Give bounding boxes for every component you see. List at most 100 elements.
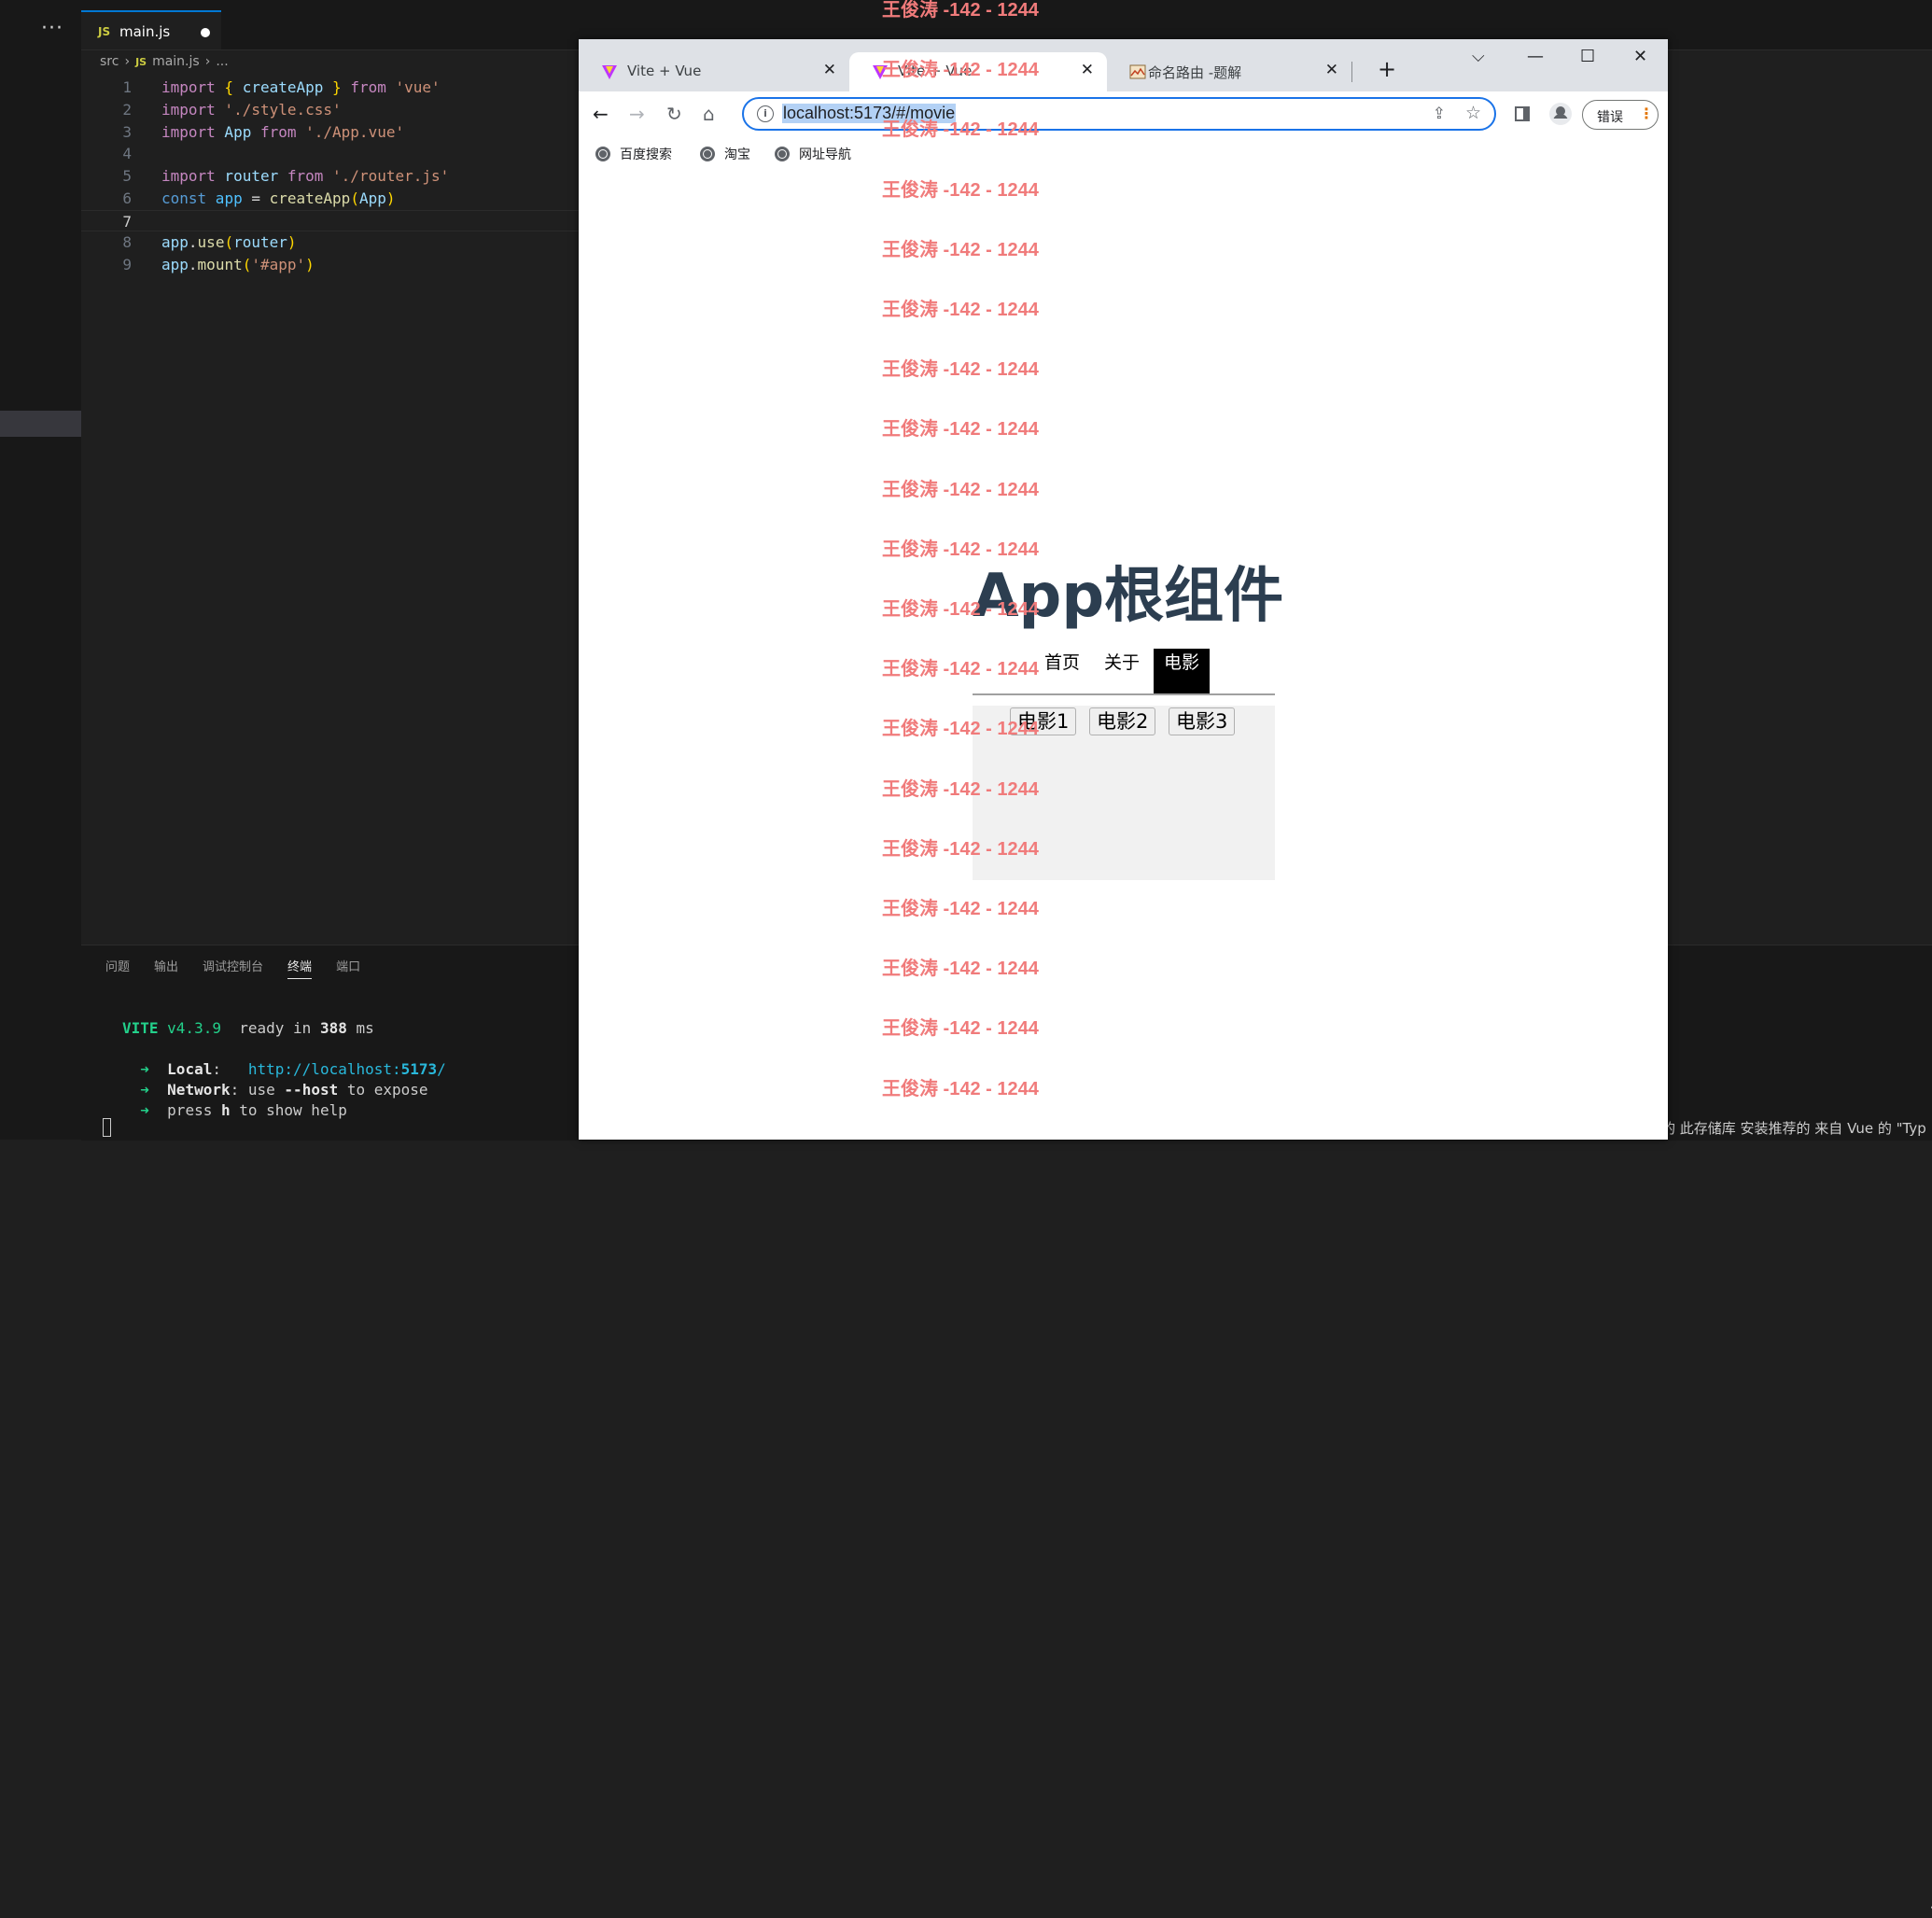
forward-icon[interactable]: → — [629, 103, 645, 125]
code-line[interactable]: 2 import './style.css' — [81, 99, 581, 121]
code-line[interactable]: 4 — [81, 143, 581, 165]
unsaved-dot-icon[interactable] — [201, 28, 210, 37]
code-token: from — [251, 122, 297, 141]
terminal-text: to expose — [338, 1081, 428, 1099]
code-token: App — [358, 189, 386, 207]
maximize-button[interactable]: ☐ — [1580, 47, 1595, 66]
web-page: App根组件 首页 关于 电影 电影1 电影2 电影3 — [579, 170, 1668, 1140]
reload-icon[interactable]: ↻ — [666, 103, 682, 125]
browser-window: Vite + Vue ✕ Vite + Vue ✕ 命名路由 -题解 ✕ + ⌵… — [579, 39, 1668, 1140]
side-panel-icon[interactable] — [1515, 106, 1530, 121]
code-token: ( — [350, 189, 359, 207]
minimize-button[interactable]: — — [1527, 47, 1544, 66]
notification-text[interactable]: 的 此存储库 安装推荐的 来自 Vue 的 "Typ — [1661, 1118, 1926, 1138]
code-token: = — [242, 189, 270, 207]
line-number: 4 — [122, 145, 132, 163]
close-window-button[interactable]: ✕ — [1633, 47, 1647, 66]
code-line[interactable]: 6 const app = createApp(App) — [81, 188, 581, 210]
line-number: 5 — [122, 167, 132, 185]
tab-output[interactable]: 输出 — [154, 957, 178, 978]
code-token: import — [161, 78, 216, 96]
error-button[interactable]: 错误 ⋮ — [1582, 100, 1659, 130]
terminal-link[interactable]: http://localhost: — [248, 1060, 401, 1078]
site-info-icon[interactable]: i — [757, 105, 774, 122]
error-button-label: 错误 — [1597, 110, 1623, 125]
code-line[interactable]: 3 import App from './App.vue' — [81, 121, 581, 144]
js-file-icon: JS — [135, 56, 147, 68]
nav-link-about[interactable]: 关于 — [1094, 649, 1150, 693]
code-token: { — [215, 78, 243, 96]
bookmark-taobao[interactable]: 淘宝 — [700, 145, 750, 163]
tab-search-icon[interactable]: ⌵ — [1472, 47, 1485, 66]
code-line[interactable]: 9 app.mount('#app') — [81, 254, 581, 276]
bookmark-label: 百度搜索 — [620, 147, 672, 162]
browser-tab-label: Vite + Vue — [898, 63, 973, 79]
code-token: ) — [305, 256, 315, 273]
editor-tab-label: main.js — [119, 23, 171, 40]
line-number: 6 — [122, 189, 132, 207]
movie-button-3[interactable]: 电影3 — [1169, 707, 1236, 735]
line-number: 9 — [122, 256, 132, 273]
bookmark-star-icon[interactable]: ☆ — [1465, 103, 1481, 123]
movie-button-1[interactable]: 电影1 — [1010, 707, 1077, 735]
breadcrumb: src › JS main.js ›... — [100, 54, 229, 69]
bookmark-baidu[interactable]: 百度搜索 — [595, 145, 672, 163]
bookmark-nav[interactable]: 网址导航 — [775, 145, 851, 163]
editor-tab-main-js[interactable]: JS main.js — [81, 10, 221, 49]
back-icon[interactable]: ← — [593, 103, 609, 125]
more-actions-icon[interactable]: ··· — [41, 17, 63, 40]
code-editor[interactable]: 1 import { createApp } from 'vue' 2 import… — [81, 77, 581, 276]
tab-problems[interactable]: 问题 — [105, 957, 130, 978]
arrow-icon: ➜ — [140, 1060, 149, 1078]
browser-tab-label: Vite + Vue — [627, 63, 702, 79]
tab-debug-console[interactable]: 调试控制台 — [203, 957, 263, 978]
menu-kebab-icon: ⋮ — [1639, 105, 1654, 122]
vite-logo-icon — [602, 65, 617, 79]
code-token: createApp — [269, 189, 351, 207]
profile-avatar-icon[interactable] — [1549, 103, 1572, 125]
activity-highlight — [0, 411, 81, 437]
breadcrumb-more[interactable]: ... — [216, 54, 228, 69]
close-icon[interactable]: ✕ — [823, 61, 836, 79]
terminal-link[interactable]: 5173 — [401, 1060, 438, 1078]
close-icon[interactable]: ✕ — [1081, 61, 1094, 79]
terminal-output[interactable]: VITE v4.3.9 ready in 388 ms ➜ Local: htt… — [122, 1018, 446, 1121]
terminal-text: Network — [167, 1081, 231, 1099]
tab-terminal[interactable]: 终端 — [287, 957, 313, 979]
code-line-current[interactable]: 7 — [81, 209, 581, 232]
code-token: ) — [287, 233, 297, 252]
share-icon[interactable]: ⇪ — [1433, 105, 1446, 123]
new-tab-button[interactable]: + — [1378, 56, 1396, 82]
code-token: } — [323, 78, 351, 96]
breadcrumb-file[interactable]: main.js — [152, 54, 200, 69]
browser-tab-1[interactable]: Vite + Vue ✕ — [579, 52, 849, 91]
address-url[interactable]: localhost:5173/#/movie — [782, 104, 957, 123]
terminal-text: press — [148, 1101, 221, 1119]
code-token: '#app' — [251, 256, 306, 273]
nav-link-home[interactable]: 首页 — [1034, 649, 1090, 693]
tab-ports[interactable]: 端口 — [336, 957, 360, 978]
chevron-right-icon: › — [204, 54, 211, 69]
code-line[interactable]: 8 app.use(router) — [81, 231, 581, 254]
code-line[interactable]: 1 import { createApp } from 'vue' — [81, 77, 581, 99]
terminal-link[interactable]: / — [437, 1060, 446, 1078]
terminal-text: VITE — [122, 1019, 159, 1037]
code-token: './router.js' — [323, 167, 450, 185]
browser-tab-3[interactable]: 命名路由 -题解 ✕ — [1107, 52, 1351, 91]
address-bar[interactable]: i localhost:5173/#/movie ⇪ ☆ — [742, 97, 1496, 131]
home-icon[interactable]: ⌂ — [703, 103, 715, 125]
terminal-text: ms — [346, 1019, 374, 1037]
terminal-text: h — [220, 1101, 231, 1119]
nav-link-movie[interactable]: 电影 — [1154, 649, 1211, 693]
globe-icon — [775, 147, 790, 161]
breadcrumb-folder[interactable]: src — [100, 54, 119, 69]
browser-toolbar: ← → ↻ ⌂ i localhost:5173/#/movie ⇪ ☆ 错误 … — [579, 91, 1668, 138]
close-icon[interactable]: ✕ — [1325, 61, 1338, 79]
browser-tab-2[interactable]: Vite + Vue ✕ — [849, 52, 1107, 91]
movie-button-2[interactable]: 电影2 — [1089, 707, 1156, 735]
terminal-text: Local — [167, 1060, 213, 1078]
chevron-right-icon: › — [124, 54, 131, 69]
code-token: import — [161, 122, 216, 141]
browser-tab-strip: Vite + Vue ✕ Vite + Vue ✕ 命名路由 -题解 ✕ + ⌵… — [579, 39, 1668, 91]
code-line[interactable]: 5 import router from './router.js' — [81, 165, 581, 188]
